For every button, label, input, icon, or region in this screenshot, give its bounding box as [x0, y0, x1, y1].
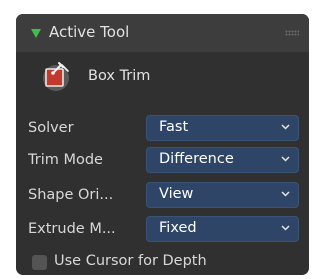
shape-orientation-row: Shape Ori... View: [16, 182, 309, 210]
chevron-down-icon: [281, 225, 290, 231]
solver-label: Solver: [28, 120, 74, 136]
trim-mode-dropdown[interactable]: Difference: [146, 147, 299, 173]
extrude-mode-label: Extrude M...: [28, 221, 116, 237]
extrude-mode-dropdown[interactable]: Fixed: [146, 216, 299, 242]
use-cursor-for-depth-row[interactable]: Use Cursor for Depth: [32, 253, 302, 275]
trim-mode-value: Difference: [159, 151, 234, 167]
chevron-down-icon: [281, 124, 290, 130]
chevron-down-icon: [281, 191, 290, 197]
solver-row: Solver Fast: [16, 115, 309, 143]
tool-name: Box Trim: [88, 68, 151, 84]
collapse-triangle-icon[interactable]: [31, 29, 41, 38]
extrude-mode-row: Extrude M... Fixed: [16, 216, 309, 244]
panel-title: Active Tool: [49, 23, 130, 41]
extrude-mode-value: Fixed: [159, 220, 197, 236]
trim-mode-row: Trim Mode Difference: [16, 147, 309, 175]
use-cursor-for-depth-label[interactable]: Use Cursor for Depth: [54, 253, 207, 269]
box-trim-icon: [43, 62, 69, 91]
solver-dropdown[interactable]: Fast: [146, 115, 299, 141]
trim-mode-label: Trim Mode: [28, 152, 103, 168]
shape-orientation-dropdown[interactable]: View: [146, 182, 299, 208]
shape-orientation-value: View: [159, 186, 194, 202]
drag-grip-icon[interactable]: [285, 30, 299, 36]
shape-orientation-label: Shape Ori...: [28, 187, 114, 203]
panel-header[interactable]: Active Tool: [16, 14, 309, 52]
active-tool-panel: Active Tool Box Trim Solver Fast Trim Mo…: [16, 14, 309, 275]
active-tool-row: Box Trim: [36, 59, 236, 95]
solver-value: Fast: [159, 119, 189, 135]
chevron-down-icon: [281, 156, 290, 162]
use-cursor-for-depth-checkbox[interactable]: [32, 255, 47, 270]
